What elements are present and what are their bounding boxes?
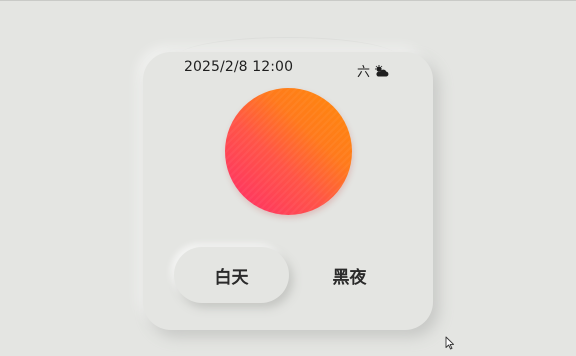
weather-card: 2025/2/8 12:00 六 白天 黑夜 [143,52,433,330]
mouse-pointer-icon [445,335,455,354]
day-night-toggle: 白天 黑夜 [174,247,404,303]
night-option-button[interactable]: 黑夜 [292,247,407,303]
window-top-border [0,0,576,1]
datetime-label: 2025/2/8 12:00 [184,59,294,75]
weekday-label: 六 [356,65,370,80]
sun-graphic [225,88,352,215]
status-area: 六 [357,61,389,80]
partly-cloudy-icon [374,64,389,77]
day-option-button[interactable]: 白天 [174,247,289,303]
